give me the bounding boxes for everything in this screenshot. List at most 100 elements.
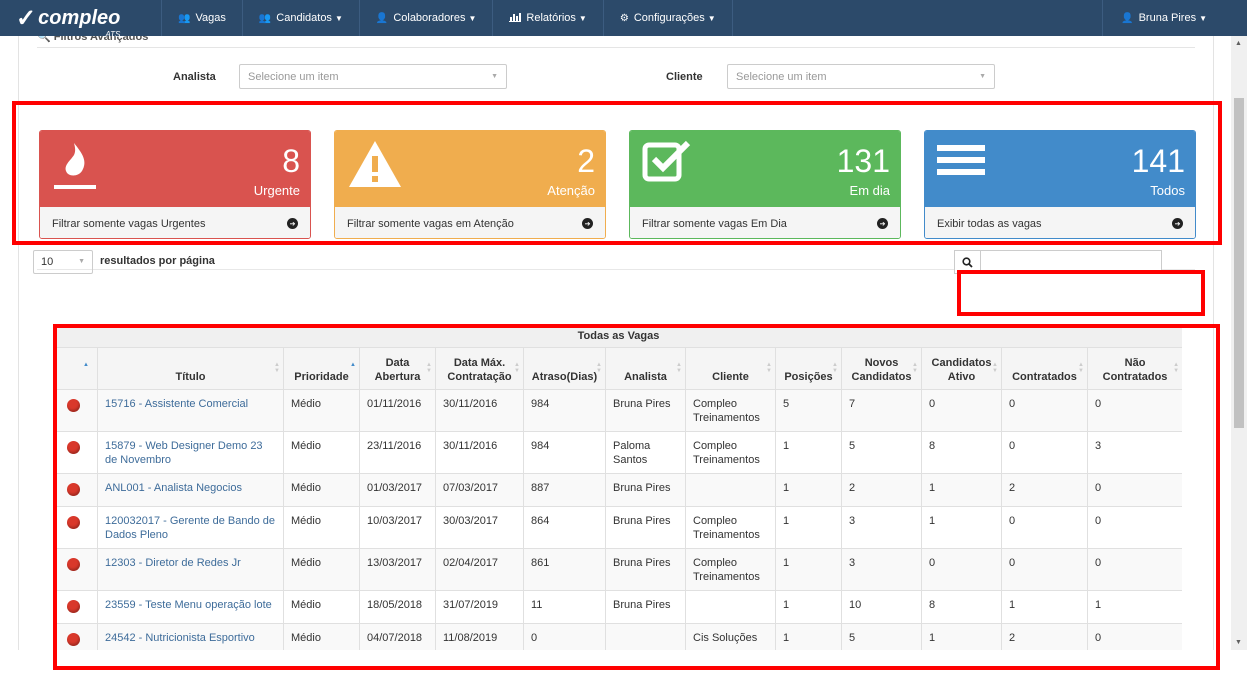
column-header[interactable]: Cliente ▲ ▼ <box>685 347 776 390</box>
table-cell: 07/03/2017 <box>435 473 524 507</box>
table-cell: 0 <box>1086 548 1182 591</box>
column-header[interactable]: Não Contratados ▲ ▼ <box>1086 347 1182 390</box>
sort-icon: ▲ ▼ <box>274 362 280 374</box>
column-header[interactable]: Prioridade ▲ <box>283 347 360 390</box>
title-cell: 120032017 - Gerente de Bando de Dados Pl… <box>97 506 284 549</box>
column-header-label: Cliente <box>712 371 749 383</box>
sort-icon: ▲ ▼ <box>514 362 520 374</box>
status-cell <box>54 473 98 507</box>
table-search-input[interactable] <box>980 250 1162 274</box>
nav-colaboradores[interactable]: 👤 Colaboradores ▼ <box>360 0 494 36</box>
nav-relatorios[interactable]: Relatórios ▼ <box>493 0 604 36</box>
table-row[interactable]: ANL001 - Analista Negocios Médio 01/03/201… <box>54 473 1182 507</box>
table-row[interactable]: 15716 - Assistente Comercial Médio 01/11/2… <box>54 389 1182 432</box>
column-header[interactable]: Atraso(Dias) ▲ ▼ <box>523 347 606 390</box>
todos-label: Todos <box>1150 183 1185 198</box>
column-header[interactable]: Contratados ▲ ▼ <box>1001 347 1088 390</box>
column-header[interactable]: Título ▲ ▼ <box>97 347 284 390</box>
todos-filter-text: Exibir todas as vagas <box>937 217 1042 230</box>
search-icon <box>962 256 973 268</box>
caret-down-icon: ▼ <box>334 13 343 23</box>
analista-label: Analista <box>173 71 216 83</box>
table-row[interactable]: 120032017 - Gerente de Bando de Dados Pl… <box>54 506 1182 549</box>
atencao-filter-link[interactable]: Filtrar somente vagas em Atenção ➔ <box>335 207 605 238</box>
vaga-title-link[interactable]: 24542 - Nutricionista Esportivo <box>105 632 255 644</box>
table-cell: 1 <box>1086 590 1182 624</box>
urgente-filter-text: Filtrar somente vagas Urgentes <box>52 217 206 230</box>
search-button[interactable] <box>954 250 980 274</box>
brand-name: compleo <box>38 6 121 29</box>
table-cell: 3 <box>841 548 922 591</box>
column-header[interactable]: Data Máx. Contratação ▲ ▼ <box>435 347 524 390</box>
table-cell: 31/07/2019 <box>435 590 524 624</box>
nav-colaboradores-label: Colaboradores <box>393 12 466 24</box>
urgente-label: Urgente <box>253 183 300 198</box>
sort-icon: ▲ ▼ <box>676 362 682 374</box>
table-row[interactable]: 12303 - Diretor de Redes Jr Médio 13/03/20… <box>54 548 1182 591</box>
table-cell: 18/05/2018 <box>359 590 436 624</box>
analista-select[interactable]: Selecione um item ▼ <box>239 64 507 89</box>
status-dot-icon <box>67 516 80 529</box>
user-menu[interactable]: 👤 Bruna Pires ▼ <box>1102 0 1247 36</box>
table-cell: 3 <box>1086 431 1182 474</box>
scroll-down-icon[interactable]: ▼ <box>1235 639 1242 646</box>
cliente-label: Cliente <box>666 71 703 83</box>
vaga-title-link[interactable]: 12303 - Diretor de Redes Jr <box>105 557 241 569</box>
table-row[interactable]: 24542 - Nutricionista Esportivo Médio 04/0… <box>54 623 1182 650</box>
status-dot-icon <box>67 441 80 454</box>
column-header-label: Candidatos Ativo <box>931 357 992 383</box>
cliente-select[interactable]: Selecione um item ▼ <box>727 64 995 89</box>
divider <box>37 47 1195 48</box>
status-cell <box>54 548 98 591</box>
sort-icon: ▲ ▼ <box>832 362 838 374</box>
table-row[interactable]: 15879 - Web Designer Demo 23 de Novembro… <box>54 431 1182 474</box>
table-cell: 2 <box>841 473 922 507</box>
table-cell: Bruna Pires <box>605 548 686 591</box>
column-header[interactable]: Analista ▲ ▼ <box>605 347 686 390</box>
vaga-title-link[interactable]: 120032017 - Gerente de Bando de Dados Pl… <box>105 515 275 541</box>
nav-candidatos[interactable]: 👥 Candidatos ▼ <box>243 0 360 36</box>
table-cell: 2 <box>1001 473 1088 507</box>
sort-icon: ▲ ▼ <box>766 362 772 374</box>
table-cell: Bruna Pires <box>605 473 686 507</box>
sort-icon: ▲ ▼ <box>426 362 432 374</box>
table-cell: 2 <box>1001 623 1088 650</box>
scrollbar-thumb[interactable] <box>1234 98 1244 428</box>
vaga-title-link[interactable]: 15879 - Web Designer Demo 23 de Novembro <box>105 440 263 466</box>
table-cell: 0 <box>921 548 1002 591</box>
table-cell: 30/03/2017 <box>435 506 524 549</box>
nav-configuracoes[interactable]: ⚙ Configurações ▼ <box>604 0 733 36</box>
table-cell: 1 <box>775 623 842 650</box>
em-dia-filter-link[interactable]: Filtrar somente vagas Em Dia ➔ <box>630 207 900 238</box>
sort-icon: ▲ ▼ <box>992 362 998 374</box>
todos-filter-link[interactable]: Exibir todas as vagas ➔ <box>925 207 1195 238</box>
status-column-header[interactable]: ▲ <box>54 347 98 390</box>
column-header[interactable]: Data Abertura ▲ ▼ <box>359 347 436 390</box>
nav-vagas[interactable]: 👥 Vagas <box>162 0 243 36</box>
table-cell: 04/07/2018 <box>359 623 436 650</box>
column-header[interactable]: Candidatos Ativo ▲ ▼ <box>921 347 1002 390</box>
table-row[interactable]: 23559 - Teste Menu operação lote Médio 18/… <box>54 590 1182 624</box>
page-length-select[interactable]: 10 ▼ <box>33 250 93 274</box>
sort-icon: ▲ <box>350 362 356 368</box>
table-cell: Médio <box>283 548 360 591</box>
table-cell: 0 <box>1086 623 1182 650</box>
vaga-title-link[interactable]: ANL001 - Analista Negocios <box>105 482 242 494</box>
vaga-title-link[interactable]: 23559 - Teste Menu operação lote <box>105 599 272 611</box>
scroll-up-icon[interactable]: ▲ <box>1235 40 1242 47</box>
table-cell: 23/11/2016 <box>359 431 436 474</box>
column-header[interactable]: Posições ▲ ▼ <box>775 347 842 390</box>
em-dia-filter-text: Filtrar somente vagas Em Dia <box>642 217 787 230</box>
column-header-label: Analista <box>624 371 667 383</box>
brand-logo[interactable]: ✓ compleo ATS <box>0 0 162 39</box>
column-header[interactable]: Novos Candidatos ▲ ▼ <box>841 347 922 390</box>
fire-icon <box>52 139 98 196</box>
em-dia-count: 131 <box>836 143 890 179</box>
vaga-title-link[interactable]: 15716 - Assistente Comercial <box>105 398 248 410</box>
atencao-count: 2 <box>577 143 595 179</box>
page-length-label: resultados por página <box>100 255 215 267</box>
urgente-filter-link[interactable]: Filtrar somente vagas Urgentes ➔ <box>40 207 310 238</box>
brand-subtitle: ATS <box>105 29 121 39</box>
user-name: Bruna Pires <box>1138 12 1197 24</box>
vertical-scrollbar[interactable]: ▲ ▼ <box>1231 36 1247 650</box>
